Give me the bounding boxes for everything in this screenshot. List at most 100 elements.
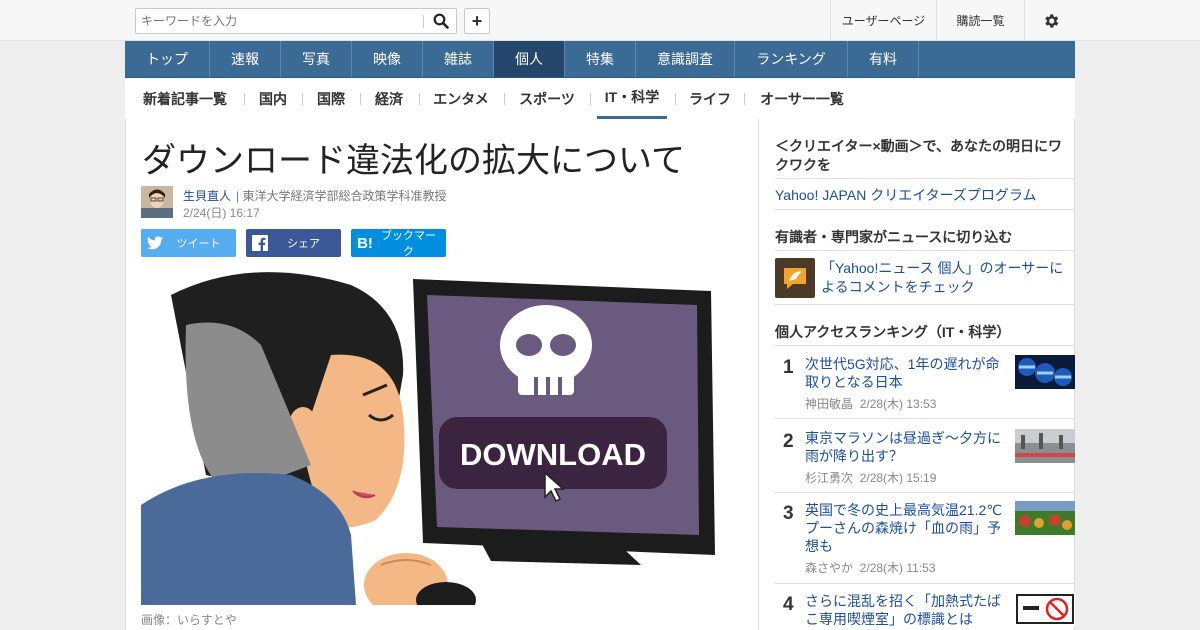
search-box [135, 8, 457, 34]
ranking-heading: 個人アクセスランキング（IT・科学） [775, 324, 1011, 340]
divider [775, 304, 1075, 305]
main-nav-item-top[interactable]: トップ [125, 41, 210, 77]
search-icon [433, 13, 449, 29]
rank-number: 3 [783, 503, 794, 524]
main-nav-item-survey[interactable]: 意識調査 [636, 41, 735, 77]
main-nav-item-magazine[interactable]: 雑誌 [423, 41, 494, 77]
rank-number: 1 [783, 357, 794, 378]
ranking-item-date: 2/28(木) 11:53 [859, 561, 936, 575]
subscriptions-link[interactable]: 購読一覧 [936, 0, 1024, 41]
expert-comment-icon[interactable] [775, 258, 815, 298]
divider [775, 250, 1075, 251]
sub-nav: 新着記事一覧 国内 国際 経済 エンタメ スポーツ IT・科学 ライフ オーサー… [125, 78, 1075, 119]
main-nav-item-photos[interactable]: 写真 [281, 41, 352, 77]
facebook-icon [246, 235, 274, 251]
divider [775, 583, 1075, 584]
add-button[interactable]: + [464, 8, 490, 34]
hatena-bookmark-label: ブックマーク [381, 230, 436, 258]
author-photo [141, 186, 173, 218]
top-bar: + ユーザーページ 購読一覧 [0, 0, 1200, 41]
ranking-item-title[interactable]: 次世代5G対応、1年の遅れが命取りとなる日本 [805, 355, 1005, 391]
rank-number: 4 [783, 594, 794, 615]
facebook-share-button[interactable]: シェア [246, 229, 341, 257]
main-nav-item-ranking[interactable]: ランキング [735, 41, 848, 77]
ranking-item-author: 杉江勇次 [805, 471, 854, 485]
sub-nav-separator [419, 93, 420, 105]
author-role: | 東洋大学経済学部総合政策学科准教授 [236, 189, 447, 203]
sub-nav-separator [504, 93, 505, 105]
download-button-text: DOWNLOAD [460, 437, 646, 472]
no-smoking-icon [1015, 592, 1075, 626]
article-title: ダウンロード違法化の拡大について [142, 142, 685, 180]
sub-nav-separator [675, 93, 676, 105]
sub-nav-item-entertainment[interactable]: エンタメ [427, 78, 495, 119]
sub-nav-item-domestic[interactable]: 国内 [253, 78, 293, 119]
gear-icon [1044, 13, 1058, 28]
divider [775, 345, 1075, 346]
divider [775, 178, 1075, 179]
article: ダウンロード違法化の拡大について 生貝直人 | 東洋大学経済学部総合政策学科准教… [125, 119, 759, 630]
expert-comment-link[interactable]: 「Yahoo!ニュース 個人」のオーサーによるコメントをチェック [821, 259, 1071, 297]
settings-button[interactable] [1024, 0, 1076, 41]
sub-nav-item-new[interactable]: 新着記事一覧 [137, 78, 233, 119]
main-nav-item-video[interactable]: 映像 [352, 41, 423, 77]
twitter-icon [141, 236, 169, 250]
ranking-item-meta: 神田敏晶 2/28(木) 13:53 [805, 395, 936, 412]
ranking-item-thumbnail[interactable] [1015, 355, 1075, 389]
author-name[interactable]: 生貝直人 [183, 187, 231, 204]
article-hero-image: DOWNLOAD [141, 265, 721, 605]
ranking-item-author: 神田敏晶 [805, 397, 854, 411]
sub-nav-separator [302, 93, 303, 105]
quill-icon [784, 268, 806, 289]
ranking-item[interactable]: 3 英国で冬の史上最高気温21.2℃ プーさんの森焼け「血の雨」予想も 森さやか… [775, 501, 1075, 581]
ranking-item-date: 2/28(木) 13:53 [859, 397, 937, 411]
ranking-item[interactable]: 1 次世代5G対応、1年の遅れが命取りとなる日本 神田敏晶 2/28(木) 13… [775, 355, 1075, 415]
user-page-link[interactable]: ユーザーページ [830, 0, 936, 41]
download-illustration: DOWNLOAD [141, 272, 715, 605]
main-nav: トップ 速報 写真 映像 雑誌 個人 特集 意識調査 ランキング 有料 [125, 41, 1075, 78]
sub-nav-item-it-science[interactable]: IT・科学 [597, 78, 667, 119]
divider [775, 492, 1075, 493]
divider [775, 209, 1075, 210]
ranking-item-thumbnail[interactable] [1015, 429, 1075, 463]
ranking-item-meta: 森さやか 2/28(木) 11:53 [805, 559, 936, 576]
sub-nav-item-authors[interactable]: オーサー一覧 [757, 78, 847, 119]
tweet-button[interactable]: ツイート [141, 229, 236, 257]
main-nav-item-individual[interactable]: 個人 [494, 41, 565, 77]
search-divider [423, 15, 424, 28]
sub-nav-separator [244, 93, 245, 105]
ranking-item[interactable]: 4 さらに混乱を招く「加熱式たばこ専用喫煙室」の標識とは [775, 592, 1075, 630]
tweet-label: ツイート [176, 238, 221, 250]
creators-program-link[interactable]: Yahoo! JAPAN クリエイターズプログラム [775, 185, 1037, 205]
sub-nav-separator [360, 93, 361, 105]
image-caption: 画像：いらすとや [141, 613, 237, 627]
ranking-item-title[interactable]: 英国で冬の史上最高気温21.2℃ プーさんの森焼け「血の雨」予想も [805, 501, 1016, 555]
ranking-item-thumbnail[interactable] [1015, 501, 1075, 535]
author-avatar[interactable] [141, 186, 173, 218]
creators-heading: ＜クリエイター×動画＞で、あなたの明日にワクワクを [775, 138, 1063, 173]
ranking-item-title[interactable]: さらに混乱を招く「加熱式たばこ専用喫煙室」の標識とは [805, 592, 1005, 628]
sub-nav-item-life[interactable]: ライフ [685, 78, 735, 119]
ranking-item[interactable]: 2 東京マラソンは昼過ぎ～夕方に雨が降り出す？ 杉江勇次 2/28(木) 15:… [775, 429, 1075, 489]
hatena-bookmark-button[interactable]: B! ブックマーク [351, 229, 446, 258]
sidebar: ＜クリエイター×動画＞で、あなたの明日にワクワクを Yahoo! JAPAN ク… [759, 119, 1075, 630]
sub-nav-item-economy[interactable]: 経済 [369, 78, 409, 119]
ranking-item-meta: 杉江勇次 2/28(木) 15:19 [805, 469, 936, 486]
experts-heading: 有識者・専門家がニュースに切り込む [775, 229, 1013, 245]
sub-nav-item-world[interactable]: 国際 [311, 78, 351, 119]
main-nav-item-paid[interactable]: 有料 [848, 41, 919, 77]
main-nav-item-breaking[interactable]: 速報 [210, 41, 281, 77]
top-links: ユーザーページ 購読一覧 [830, 0, 1076, 41]
sub-nav-item-sports[interactable]: スポーツ [513, 78, 581, 119]
main-nav-item-features[interactable]: 特集 [565, 41, 636, 77]
search-button[interactable] [426, 10, 456, 32]
ranking-item-thumbnail[interactable] [1015, 592, 1075, 626]
sub-nav-separator [744, 93, 745, 105]
hatena-icon: B! [357, 234, 373, 252]
rank-number: 2 [783, 431, 794, 452]
search-input[interactable] [137, 10, 423, 32]
sub-nav-separator [590, 93, 591, 105]
ranking-item-title[interactable]: 東京マラソンは昼過ぎ～夕方に雨が降り出す？ [805, 429, 1005, 465]
divider [775, 418, 1075, 419]
ranking-item-author: 森さやか [805, 561, 854, 575]
